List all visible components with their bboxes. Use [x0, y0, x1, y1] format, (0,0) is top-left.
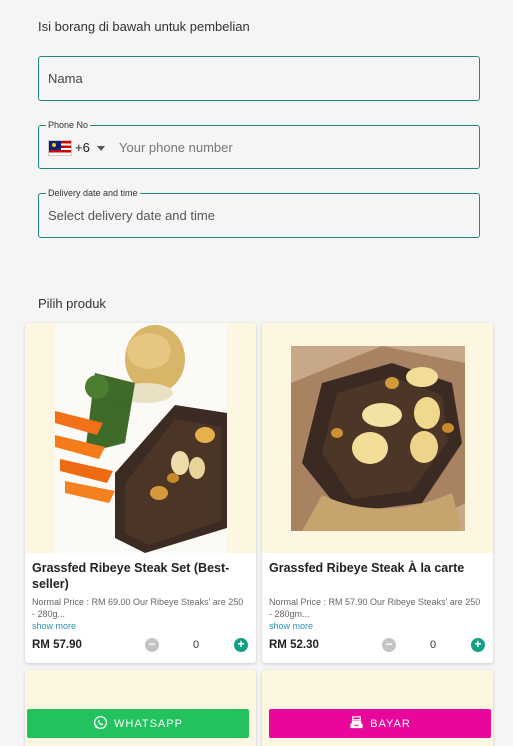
minus-icon[interactable]: −	[382, 638, 396, 652]
product-image[interactable]	[262, 323, 493, 553]
whatsapp-button[interactable]: WHATSAPP	[27, 709, 249, 738]
product-price: RM 57.90	[32, 639, 82, 651]
pay-label: BAYAR	[370, 717, 411, 730]
chevron-down-icon[interactable]	[97, 146, 105, 151]
product-description: Normal Price : RM 69.00 Our Ribeye Steak…	[32, 597, 244, 619]
product-name: Grassfed Ribeye Steak À la carte	[269, 561, 465, 575]
form-intro: Isi borang di bawah untuk pembelian	[38, 19, 250, 34]
product-card[interactable]: Grassfed Ribeye Steak À la carte Normal …	[262, 323, 493, 663]
product-description: Normal Price : RM 57.90 Our Ribeye Steak…	[269, 597, 481, 619]
show-more-link[interactable]: show more	[269, 621, 313, 631]
name-placeholder: Nama	[48, 71, 83, 86]
product-image[interactable]	[25, 323, 256, 553]
delivery-label: Delivery date and time	[46, 188, 140, 199]
country-code[interactable]: +6	[75, 140, 90, 155]
show-more-link[interactable]: show more	[32, 621, 76, 631]
phone-field[interactable]: Phone No +6 Your phone number	[38, 120, 480, 169]
delivery-field[interactable]: Delivery date and time Select delivery d…	[38, 188, 480, 238]
quantity-value: 0	[429, 639, 437, 651]
minus-icon[interactable]: −	[145, 638, 159, 652]
product-name: Grassfed Ribeye Steak Set (Best-seller)	[32, 561, 230, 591]
plus-icon[interactable]: +	[234, 638, 248, 652]
plus-icon[interactable]: +	[471, 638, 485, 652]
phone-label: Phone No	[46, 120, 91, 131]
quantity-value: 0	[192, 639, 200, 651]
product-price: RM 52.30	[269, 639, 319, 651]
section-title: Pilih produk	[38, 296, 106, 311]
pay-button[interactable]: BAYAR	[269, 709, 491, 738]
phone-input[interactable]: Your phone number	[119, 140, 233, 155]
product-card[interactable]: Grassfed Ribeye Steak Set (Best-seller) …	[25, 323, 256, 663]
delivery-input[interactable]: Select delivery date and time	[48, 208, 215, 223]
name-field[interactable]: Nama	[38, 56, 480, 101]
whatsapp-icon	[93, 715, 108, 733]
malaysia-flag-icon[interactable]	[48, 140, 72, 156]
whatsapp-label: WHATSAPP	[114, 717, 183, 730]
cash-register-icon	[349, 715, 364, 733]
